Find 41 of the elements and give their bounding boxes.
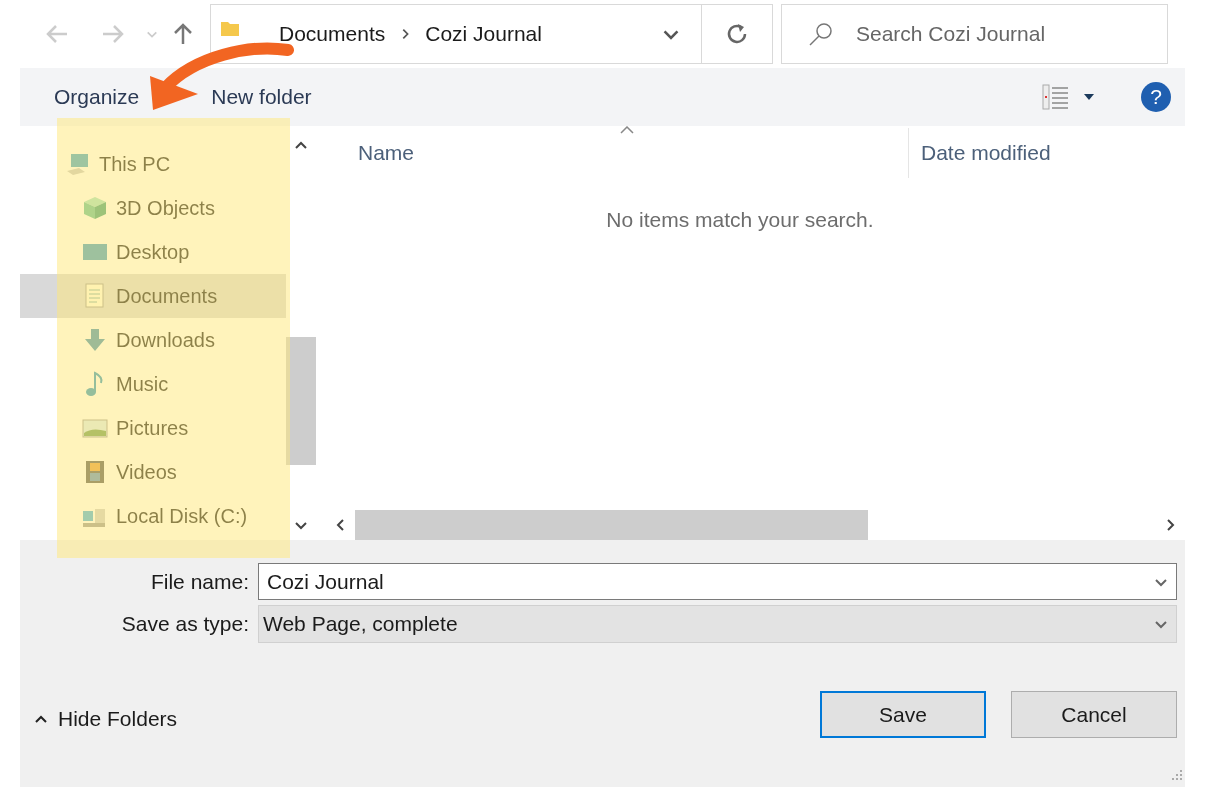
dialog-button[interactable]: Cancel xyxy=(1011,691,1177,738)
folder-tree-item[interactable]: Music xyxy=(20,362,286,406)
dialog-button[interactable]: Save xyxy=(820,691,986,738)
folder-tree-item[interactable]: Downloads xyxy=(20,318,286,362)
file-type-dropdown[interactable]: Web Page, complete xyxy=(258,605,1177,643)
hide-folders-button[interactable]: Hide Folders xyxy=(20,707,178,731)
field-label: Save as type: xyxy=(120,612,249,636)
search-field[interactable]: Search Cozi Journal xyxy=(854,21,1154,47)
breadcrumb-item[interactable]: Documents xyxy=(279,22,386,46)
folder-tree-item[interactable]: Desktop xyxy=(20,230,286,274)
folder-tree-item[interactable]: Local Disk (C:) xyxy=(20,494,286,538)
empty-message: No items match your search. xyxy=(606,208,874,231)
cube-icon xyxy=(82,195,108,221)
folder-icon xyxy=(221,22,239,36)
resize-grip-icon xyxy=(1171,769,1183,781)
file-name-combo-box[interactable]: Cozi Journal xyxy=(258,563,1177,600)
scrollbar-thumb[interactable] xyxy=(286,336,316,466)
scrollbar-thumb[interactable] xyxy=(355,510,868,540)
field-label: File name: xyxy=(149,569,249,594)
toolbar-button[interactable]: New folder xyxy=(201,79,322,115)
column-header[interactable]: Name xyxy=(325,126,908,180)
search-icon xyxy=(808,21,834,47)
help-button[interactable]: ? xyxy=(1141,82,1171,112)
back-arrow-icon xyxy=(45,24,69,44)
computer-icon xyxy=(65,151,91,177)
up-arrow-icon xyxy=(174,23,192,45)
column-header[interactable]: Date modified xyxy=(909,126,1051,180)
folder-tree-item[interactable]: Pictures xyxy=(20,406,286,450)
folder-tree-item[interactable]: This PC xyxy=(20,142,286,186)
forward-arrow-icon xyxy=(101,24,125,44)
toolbar-button[interactable]: Organize xyxy=(44,79,150,115)
caret-icon xyxy=(1084,94,1094,100)
address-bar[interactable]: Documents Cozi Journal xyxy=(210,4,773,64)
folder-tree-item[interactable]: 3D Objects xyxy=(20,186,286,230)
folder-tree-item[interactable]: Videos xyxy=(20,450,286,494)
file-name-field[interactable]: Cozi Journal xyxy=(259,568,1154,595)
details-view-icon xyxy=(1042,84,1070,110)
download-arrow-icon xyxy=(82,327,108,353)
breadcrumb-item[interactable]: Cozi Journal xyxy=(425,22,542,46)
refresh-icon xyxy=(726,23,748,45)
search-box[interactable]: Search Cozi Journal xyxy=(781,4,1168,64)
